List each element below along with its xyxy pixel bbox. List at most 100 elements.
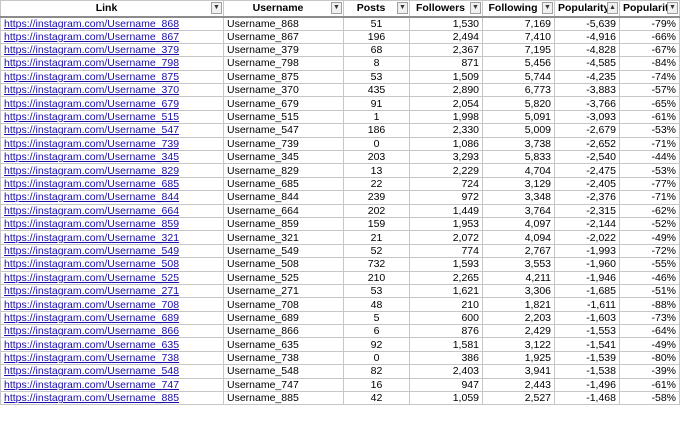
username-cell: Username_679: [223, 96, 344, 111]
column-header-link[interactable]: Link ▼: [0, 0, 224, 18]
username-cell: Username_708: [223, 297, 344, 312]
popularity-pct-cell: -55%: [619, 257, 680, 272]
link-cell[interactable]: https://instagram.com/Username_679: [0, 96, 224, 111]
dropdown-arrow-icon[interactable]: ▼: [331, 2, 342, 14]
dropdown-arrow-icon[interactable]: ▼: [667, 2, 678, 14]
dropdown-arrow-icon[interactable]: ▼: [397, 2, 408, 14]
link-cell[interactable]: https://instagram.com/Username_379: [0, 42, 224, 58]
table-row[interactable]: https://instagram.com/Username_508 Userna…: [0, 257, 680, 272]
following-cell: 2,203: [482, 310, 555, 326]
table-row[interactable]: https://instagram.com/Username_844 Userna…: [0, 190, 680, 205]
table-row[interactable]: https://instagram.com/Username_738 Userna…: [0, 350, 680, 366]
link-cell[interactable]: https://instagram.com/Username_271: [0, 283, 224, 299]
popularity-pct-cell: -44%: [619, 150, 680, 165]
link-cell[interactable]: https://instagram.com/Username_515: [0, 109, 224, 125]
posts-cell: 8: [343, 56, 410, 71]
link-cell[interactable]: https://instagram.com/Username_708: [0, 297, 224, 312]
table-row[interactable]: https://instagram.com/Username_868 Userna…: [0, 16, 680, 31]
table-body: https://instagram.com/Username_868 Userna…: [0, 16, 680, 406]
link-cell[interactable]: https://instagram.com/Username_547: [0, 123, 224, 138]
link-cell[interactable]: https://instagram.com/Username_548: [0, 364, 224, 379]
popularity-pct-cell: -61%: [619, 377, 680, 393]
link-cell[interactable]: https://instagram.com/Username_664: [0, 203, 224, 218]
link-cell[interactable]: https://instagram.com/Username_738: [0, 350, 224, 366]
table-row[interactable]: https://instagram.com/Username_548 Userna…: [0, 364, 680, 379]
table-row[interactable]: https://instagram.com/Username_515 Userna…: [0, 109, 680, 125]
link-cell[interactable]: https://instagram.com/Username_859: [0, 216, 224, 232]
table-row[interactable]: https://instagram.com/Username_321 Userna…: [0, 230, 680, 245]
link-cell[interactable]: https://instagram.com/Username_685: [0, 176, 224, 192]
table-row[interactable]: https://instagram.com/Username_875 Userna…: [0, 69, 680, 85]
popularity-pct-cell: -65%: [619, 96, 680, 111]
table-row[interactable]: https://instagram.com/Username_547 Userna…: [0, 123, 680, 138]
popularity-pct-cell: -84%: [619, 56, 680, 71]
popularity-cell: -4,828: [554, 42, 620, 58]
table-row[interactable]: https://instagram.com/Username_747 Userna…: [0, 377, 680, 393]
table-row[interactable]: https://instagram.com/Username_345 Userna…: [0, 150, 680, 165]
table-row[interactable]: https://instagram.com/Username_859 Userna…: [0, 216, 680, 232]
table-row[interactable]: https://instagram.com/Username_271 Userna…: [0, 283, 680, 299]
link-cell[interactable]: https://instagram.com/Username_798: [0, 56, 224, 71]
table-row[interactable]: https://instagram.com/Username_370 Userna…: [0, 83, 680, 98]
link-cell[interactable]: https://instagram.com/Username_875: [0, 69, 224, 85]
popularity-cell: -4,916: [554, 29, 620, 44]
table-row[interactable]: https://instagram.com/Username_689 Userna…: [0, 310, 680, 326]
column-header-followers[interactable]: Followers ▼: [409, 0, 483, 18]
link-cell[interactable]: https://instagram.com/Username_747: [0, 377, 224, 393]
posts-cell: 51: [343, 16, 410, 31]
dropdown-arrow-icon[interactable]: ▼: [211, 2, 222, 14]
table-row[interactable]: https://instagram.com/Username_679 Userna…: [0, 96, 680, 111]
table-row[interactable]: https://instagram.com/Username_379 Userna…: [0, 42, 680, 58]
column-header-username[interactable]: Username ▼: [223, 0, 344, 18]
column-header-popularity[interactable]: Popularity ▲: [554, 0, 620, 18]
username-cell: Username_379: [223, 42, 344, 58]
column-header-popularity-pct[interactable]: Popularity ▼: [619, 0, 680, 18]
table-row[interactable]: https://instagram.com/Username_549 Userna…: [0, 243, 680, 259]
table-row[interactable]: https://instagram.com/Username_885 Userna…: [0, 391, 680, 406]
link-cell[interactable]: https://instagram.com/Username_739: [0, 136, 224, 152]
username-cell: Username_885: [223, 391, 344, 406]
link-cell[interactable]: https://instagram.com/Username_867: [0, 29, 224, 44]
popularity-cell: -1,993: [554, 243, 620, 259]
link-cell[interactable]: https://instagram.com/Username_635: [0, 337, 224, 352]
dropdown-arrow-icon[interactable]: ▼: [542, 2, 553, 14]
column-header-posts[interactable]: Posts ▼: [343, 0, 410, 18]
link-cell[interactable]: https://instagram.com/Username_508: [0, 257, 224, 272]
popularity-cell: -2,315: [554, 203, 620, 218]
sort-ascending-filter-icon[interactable]: ▲: [607, 2, 618, 14]
table-row[interactable]: https://instagram.com/Username_867 Userna…: [0, 29, 680, 44]
followers-cell: 3,293: [409, 150, 483, 165]
table-row[interactable]: https://instagram.com/Username_525 Userna…: [0, 270, 680, 285]
popularity-cell: -2,652: [554, 136, 620, 152]
link-cell[interactable]: https://instagram.com/Username_525: [0, 270, 224, 285]
table-row[interactable]: https://instagram.com/Username_829 Userna…: [0, 163, 680, 178]
link-cell[interactable]: https://instagram.com/Username_549: [0, 243, 224, 259]
table-row[interactable]: https://instagram.com/Username_739 Userna…: [0, 136, 680, 152]
posts-cell: 6: [343, 324, 410, 339]
link-cell[interactable]: https://instagram.com/Username_321: [0, 230, 224, 245]
popularity-pct-cell: -51%: [619, 283, 680, 299]
table-row[interactable]: https://instagram.com/Username_798 Userna…: [0, 56, 680, 71]
popularity-cell: -2,475: [554, 163, 620, 178]
popularity-cell: -2,679: [554, 123, 620, 138]
dropdown-arrow-icon[interactable]: ▼: [470, 2, 481, 14]
table-row[interactable]: https://instagram.com/Username_664 Userna…: [0, 203, 680, 218]
table-row[interactable]: https://instagram.com/Username_708 Userna…: [0, 297, 680, 312]
table-row[interactable]: https://instagram.com/Username_866 Userna…: [0, 324, 680, 339]
link-cell[interactable]: https://instagram.com/Username_370: [0, 83, 224, 98]
username-cell: Username_738: [223, 350, 344, 366]
following-cell: 5,456: [482, 56, 555, 71]
link-cell[interactable]: https://instagram.com/Username_844: [0, 190, 224, 205]
popularity-pct-cell: -73%: [619, 310, 680, 326]
link-cell[interactable]: https://instagram.com/Username_345: [0, 150, 224, 165]
username-cell: Username_548: [223, 364, 344, 379]
link-cell[interactable]: https://instagram.com/Username_689: [0, 310, 224, 326]
table-row[interactable]: https://instagram.com/Username_635 Userna…: [0, 337, 680, 352]
link-cell[interactable]: https://instagram.com/Username_885: [0, 391, 224, 406]
link-cell[interactable]: https://instagram.com/Username_866: [0, 324, 224, 339]
link-cell[interactable]: https://instagram.com/Username_868: [0, 16, 224, 31]
posts-cell: 210: [343, 270, 410, 285]
column-header-following[interactable]: Following ▼: [482, 0, 555, 18]
table-row[interactable]: https://instagram.com/Username_685 Userna…: [0, 176, 680, 192]
link-cell[interactable]: https://instagram.com/Username_829: [0, 163, 224, 178]
